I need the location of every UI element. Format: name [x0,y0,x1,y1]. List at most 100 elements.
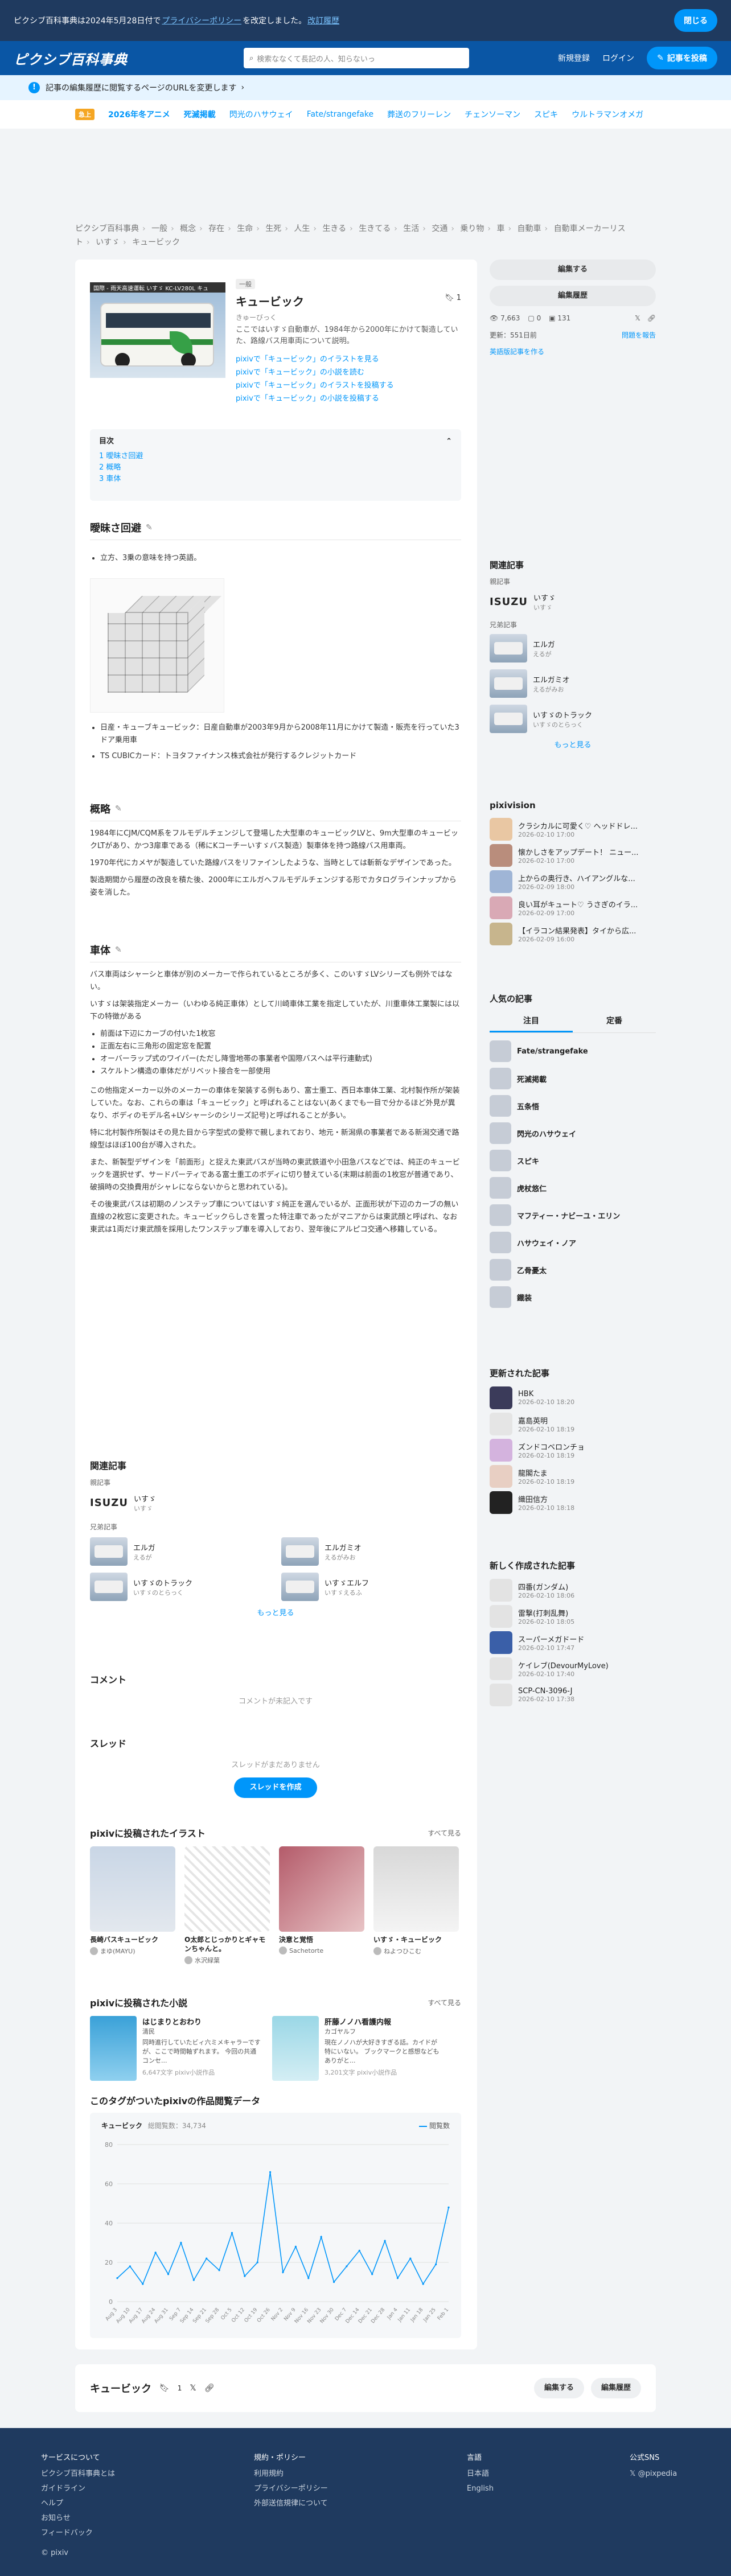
new-item[interactable]: ケイレブ(DevourMyLove) 2026-02-10 17:40 [490,1656,656,1682]
revision-history-link[interactable]: 改訂履歴 [307,15,339,26]
bottom-edit-button[interactable]: 編集する [533,2378,584,2398]
pixivision-item[interactable]: クラシカルに可愛く♡ ヘッドドレ... 2026-02-10 17:00 [490,816,656,842]
breadcrumb-item[interactable]: 生死 [265,224,281,233]
pixiv-link[interactable]: pixivで「キュービック」の小説を投稿する [236,394,379,403]
toc-item[interactable]: 1 曖昧さ回避 [99,452,143,460]
pixiv-link[interactable]: pixivで「キュービック」のイラストを投稿する [236,381,394,390]
pixivision-item[interactable]: 上からの奥行き、ハイアングルな... 2026-02-09 18:00 [490,869,656,895]
edit-pencil-icon[interactable]: ✎ [115,804,122,813]
breadcrumb-item[interactable]: 人生 [294,224,310,233]
illust-card[interactable]: 決意と覚悟 Sachetorte [279,1846,364,1965]
bookmark-icon[interactable]: 🔖︎ [159,2384,170,2393]
link-icon[interactable]: 🔗︎ [647,314,656,322]
close-policy-button[interactable]: 閉じる [674,9,717,32]
popular-item[interactable]: スピキ [490,1147,656,1174]
sidebar-sibling[interactable]: エルガ えるが [490,634,656,662]
footer-link[interactable]: プライバシーポリシー [254,2482,328,2496]
pixivision-item[interactable]: 【イラコン結果発表】タイから広... 2026-02-09 16:00 [490,921,656,947]
pixiv-link[interactable]: pixivで「キュービック」のイラストを見る [236,355,379,364]
new-item[interactable]: SCP-CN-3096-J 2026-02-10 17:38 [490,1682,656,1708]
popular-item[interactable]: 閃光のハサウェイ [490,1120,656,1147]
bottom-history-button[interactable]: 編集履歴 [590,2378,641,2398]
popular-item[interactable]: マフティー・ナビーユ・エリン [490,1201,656,1229]
breadcrumb-item[interactable]: 生活 [403,224,419,233]
popular-item[interactable]: ハサウェイ・ノア [490,1229,656,1256]
breadcrumb-item[interactable]: 車 [496,224,504,233]
create-thread-button[interactable]: スレッドを作成 [234,1777,317,1798]
breadcrumb-item[interactable]: 交通 [432,224,447,233]
footer-link[interactable]: ピクシブ百科事典とは [41,2467,115,2482]
trend-item[interactable]: 葬送のフリーレン [387,109,451,120]
novel-card[interactable]: はじまりとおわり 清民 同時進行していたビィ六ミメキャラーですが、ここで時間軸ずれま… [90,2016,261,2081]
x-share-icon[interactable]: 𝕏 [190,2384,196,2393]
illust-card[interactable]: 長崎バスキュービック まゆ(MAYU) [90,1846,175,1965]
popular-item[interactable]: 死滅掲載 [490,1065,656,1092]
novel-card[interactable]: 肝藤ノノハ看護内報 カゴヤルフ 現在ノノハが大好きすぎる話。カイドが特にいない。 ブ… [272,2016,443,2081]
popular-item[interactable]: 鐡装 [490,1283,656,1311]
site-logo[interactable]: ピクシブ百科事典 [14,48,128,68]
language-option[interactable]: English [467,2482,494,2496]
report-link[interactable]: 問題を報告 [622,330,656,340]
hero-image[interactable]: 国際 - 雨天高速運転 いすゞ KC-LV280L キュ [90,282,225,378]
toc-item[interactable]: 2 概略 [99,463,121,472]
breadcrumb-item[interactable]: 存在 [208,224,224,233]
trend-item[interactable]: ウルトラマンオメガ [572,109,643,120]
trend-item[interactable]: 2026年冬アニメ [108,109,170,120]
footer-link[interactable]: 利用規約 [254,2467,328,2482]
popular-item[interactable]: 五条悟 [490,1092,656,1120]
footer-link[interactable]: ガイドライン [41,2482,115,2496]
search-input[interactable]: ⌕ 検索ななくて長記の人、知らないっ [244,48,469,68]
breadcrumb-item[interactable]: 乗り物 [460,224,484,233]
post-article-button[interactable]: ✎ 記事を投稿 [647,47,717,69]
trend-item[interactable]: 死滅掲載 [184,109,216,120]
cube-image[interactable] [90,578,224,713]
category-badge[interactable]: 一般 [236,279,255,289]
footer-link[interactable]: 外部送信規律について [254,2496,328,2511]
parent-article[interactable]: ISUZU いすゞ いすゞ [90,1493,461,1513]
login-link[interactable]: ログイン [602,52,634,64]
sibling-article[interactable]: いすゞのトラック いすゞのとらっく [90,1573,270,1601]
sidebar-more-link[interactable]: もっと見る [490,739,656,750]
edit-pencil-icon[interactable]: ✎ [146,523,153,532]
notice-bar[interactable]: ! 記事の編集履歴に閲覧するページのURLを変更します › [0,75,731,100]
signup-link[interactable]: 新規登録 [558,52,590,64]
x-account-link[interactable]: 𝕏 @pixpedia [630,2467,677,2482]
sibling-article[interactable]: エルガミオ えるがみお [281,1537,461,1566]
pixivision-item[interactable]: 懐かしさをアップデート！ ニュー... 2026-02-10 17:00 [490,842,656,869]
trend-item[interactable]: チェンソーマン [465,109,520,120]
breadcrumb-item[interactable]: 生きる [322,224,346,233]
footer-link[interactable]: お知らせ [41,2511,115,2526]
see-all-novels-link[interactable]: すべて見る [428,1998,461,2007]
breadcrumb-item[interactable]: 概念 [180,224,196,233]
illust-card[interactable]: いすゞ・キュービック ねよつひこむ [373,1846,459,1965]
new-item[interactable]: 四番(ガンダム) 2026-02-10 18:06 [490,1577,656,1603]
link-icon[interactable]: 🔗︎ [204,2384,215,2393]
chevron-up-icon[interactable]: ⌃ [446,436,452,447]
breadcrumb-item[interactable]: 生きてる [359,224,391,233]
more-related-link[interactable]: もっと見る [90,1607,461,1618]
see-all-illusts-link[interactable]: すべて見る [428,1828,461,1838]
english-article-link[interactable]: 英語版記事を作る [490,348,544,356]
sidebar-sibling[interactable]: エルガミオ えるがみお [490,669,656,698]
new-item[interactable]: 雷撃(打刺乱舞) 2026-02-10 18:05 [490,1603,656,1629]
tab-classic[interactable]: 定番 [573,1010,656,1032]
language-option[interactable]: 日本語 [467,2467,494,2482]
edit-pencil-icon[interactable]: ✎ [115,945,122,954]
breadcrumb-item[interactable]: 生命 [237,224,253,233]
sidebar-parent[interactable]: ISUZU いすゞ いすゞ [490,592,656,612]
illust-card[interactable]: O太郎とじっかりとギャモンちゃんと。 水沢緑葉 [184,1846,270,1965]
footer-link[interactable]: ヘルプ [41,2496,115,2511]
pixiv-link[interactable]: pixivで「キュービック」の小説を読む [236,368,364,377]
pixivision-item[interactable]: 良い耳がキュート♡ うさぎのイラ... 2026-02-09 17:00 [490,895,656,921]
popular-item[interactable]: 乙骨憂太 [490,1256,656,1283]
bookmark-button[interactable]: 🔖︎ 1 [445,294,461,302]
updated-item[interactable]: 龍閣たま 2026-02-10 18:19 [490,1463,656,1489]
popular-item[interactable]: 虎杖悠仁 [490,1174,656,1201]
breadcrumb-item[interactable]: 自動車 [518,224,541,233]
updated-item[interactable]: 織田信方 2026-02-10 18:18 [490,1489,656,1516]
trend-item[interactable]: Fate/strangefake [307,110,373,119]
privacy-policy-link[interactable]: プライバシーポリシー [162,15,241,26]
breadcrumb-item[interactable]: 一般 [151,224,167,233]
footer-link[interactable]: フィードバック [41,2526,115,2541]
sidebar-sibling[interactable]: いすゞのトラック いすゞのとらっく [490,705,656,733]
